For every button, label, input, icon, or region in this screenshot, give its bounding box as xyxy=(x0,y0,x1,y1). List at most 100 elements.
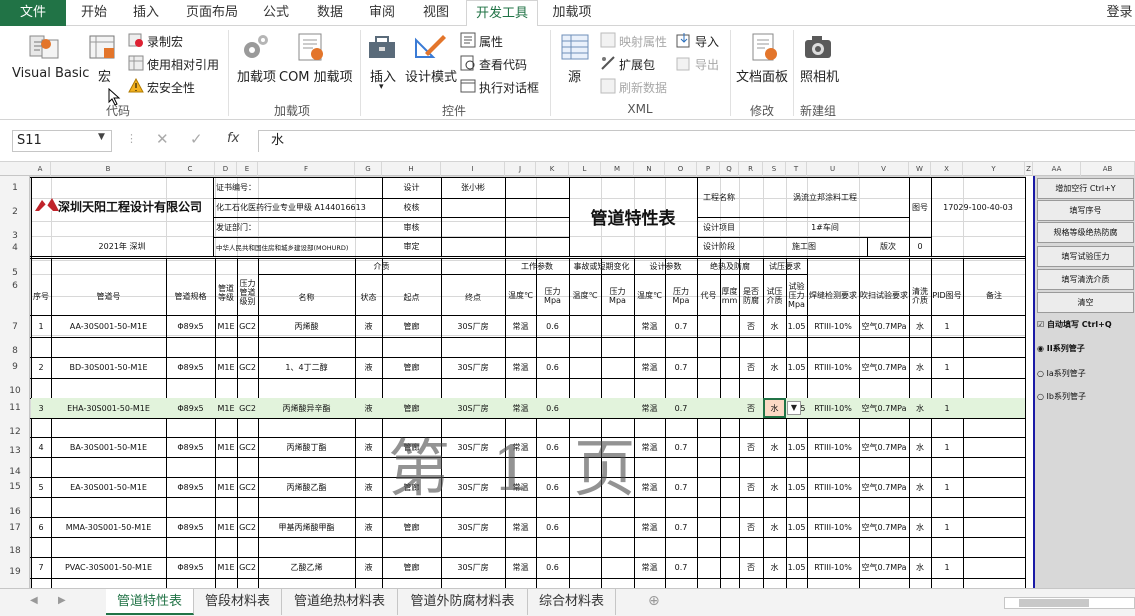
view-code-button[interactable]: 查看代码 xyxy=(479,56,527,73)
data-cell[interactable]: Φ89x5 xyxy=(166,357,215,378)
data-cell[interactable]: 水 xyxy=(763,557,786,578)
add-sheet-icon[interactable]: ⊕ xyxy=(648,593,660,609)
column-letter[interactable]: L xyxy=(569,162,601,176)
data-cell[interactable]: EA-30S001-50-M1E xyxy=(51,477,166,497)
data-cell[interactable]: 常温 xyxy=(505,357,536,378)
colhead-pclass[interactable]: 压力管道级别 xyxy=(237,270,258,315)
data-cell[interactable]: Φ89x5 xyxy=(166,517,215,537)
data-cell[interactable]: M1E xyxy=(215,517,237,537)
data-cell[interactable]: 常温 xyxy=(634,398,665,418)
colhead-sub[interactable]: 试压介质 xyxy=(763,276,786,315)
design-item-label[interactable]: 设计项目 xyxy=(697,217,741,237)
project-name[interactable]: 涡流立邦涂料工程 xyxy=(741,177,909,217)
data-cell[interactable]: 5 xyxy=(31,477,51,497)
colhead-grade[interactable]: 管道等级 xyxy=(215,270,237,315)
colhead-sub[interactable]: 厚度mm xyxy=(720,276,739,315)
auto-fill-checkbox[interactable]: ☑ 自动填写 Ctrl+Q xyxy=(1037,315,1134,335)
data-cell[interactable]: 常温 xyxy=(505,437,536,457)
colhead-work[interactable]: 工作参数 xyxy=(505,258,569,274)
data-cell[interactable]: GC2 xyxy=(237,398,258,418)
data-cell[interactable]: 1 xyxy=(31,315,51,337)
data-cell[interactable]: 管廊 xyxy=(382,437,441,457)
row-number[interactable]: 3 xyxy=(0,230,30,242)
addins-button[interactable]: 加载项 xyxy=(237,66,276,85)
expansion-pack-button[interactable]: 扩展包 xyxy=(619,56,655,73)
data-cell[interactable]: 1.05 xyxy=(786,315,807,337)
data-cell[interactable]: M1E xyxy=(215,315,237,337)
table-title[interactable]: 管道特性表 xyxy=(569,177,697,256)
data-cell[interactable]: 水 xyxy=(909,398,931,418)
data-cell[interactable]: 6 xyxy=(31,517,51,537)
data-cell[interactable]: M1E xyxy=(215,437,237,457)
version[interactable]: 0 xyxy=(909,237,931,256)
column-letter[interactable]: H xyxy=(382,162,441,176)
colhead-sub[interactable]: 温度℃ xyxy=(505,276,536,315)
data-cell[interactable]: 0.7 xyxy=(665,398,697,418)
review-label[interactable]: 审核 xyxy=(382,217,441,237)
data-cell[interactable]: 空气0.7MPa xyxy=(859,557,909,578)
data-cell[interactable]: 液 xyxy=(355,477,382,497)
data-cell[interactable]: EHA-30S001-50-M1E xyxy=(51,398,166,418)
colhead-sub[interactable]: 清洗介质 xyxy=(909,276,931,315)
colhead-pipe[interactable]: 管道号 xyxy=(51,278,166,315)
colhead-sub[interactable]: 是否防腐 xyxy=(739,276,763,315)
chevron-down-icon[interactable]: ▾ xyxy=(379,82,384,92)
column-letter[interactable]: G xyxy=(355,162,382,176)
tab-formulas[interactable]: 公式 xyxy=(256,0,296,26)
data-cell[interactable]: 常温 xyxy=(505,398,536,418)
add-row-button[interactable]: 增加空行 Ctrl+Y xyxy=(1037,178,1134,199)
data-cell[interactable]: AA-30S001-50-M1E xyxy=(51,315,166,337)
colhead-sub[interactable]: 温度℃ xyxy=(569,276,601,315)
row-number[interactable]: 4 xyxy=(0,242,30,254)
data-cell[interactable]: 1 xyxy=(931,517,963,537)
column-letter[interactable]: C xyxy=(166,162,215,176)
data-cell[interactable]: 1.05 xyxy=(786,357,807,378)
column-letter[interactable]: X xyxy=(931,162,963,176)
data-cell[interactable]: PVAC-30S001-50-M1E xyxy=(51,557,166,578)
issuer-desc[interactable]: 中华人民共和国住房和城乡建设部(MOHURD) xyxy=(213,237,382,256)
data-cell[interactable]: Φ89x5 xyxy=(166,398,215,418)
data-cell[interactable]: 0.7 xyxy=(665,315,697,337)
tab-file[interactable]: 文件 xyxy=(0,0,66,26)
record-macro-button[interactable]: 录制宏 xyxy=(147,33,183,50)
row-number[interactable]: 9 xyxy=(0,361,30,373)
data-cell[interactable]: 水 xyxy=(763,437,786,457)
column-letter[interactable]: R xyxy=(739,162,763,176)
data-cell[interactable]: 管廊 xyxy=(382,517,441,537)
row-number[interactable]: 1 xyxy=(0,182,30,194)
column-letter[interactable]: V xyxy=(859,162,909,176)
colhead-sub[interactable]: 吹扫试验要求 xyxy=(859,276,909,315)
column-letter[interactable]: B xyxy=(51,162,166,176)
column-letter[interactable]: P xyxy=(697,162,720,176)
data-cell[interactable]: 0.7 xyxy=(665,357,697,378)
data-cell[interactable]: 1.05 xyxy=(786,437,807,457)
data-cell[interactable]: 0.7 xyxy=(665,517,697,537)
row-number[interactable]: 15 xyxy=(0,481,30,493)
data-cell[interactable]: 丙烯酸乙酯 xyxy=(258,477,355,497)
cert-desc[interactable]: 化工石化医药行业专业甲级 A144016613 xyxy=(213,198,382,217)
version-label[interactable]: 版次 xyxy=(867,237,909,256)
data-cell[interactable]: 常温 xyxy=(505,315,536,337)
data-cell[interactable]: 常温 xyxy=(634,315,665,337)
data-cell[interactable]: GC2 xyxy=(237,477,258,497)
data-cell[interactable]: M1E xyxy=(215,357,237,378)
tab-addins[interactable]: 加载项 xyxy=(544,0,600,26)
data-cell[interactable]: 0.7 xyxy=(665,437,697,457)
data-cell[interactable]: 管廊 xyxy=(382,557,441,578)
colhead-sub[interactable]: 压力Mpa xyxy=(665,276,697,315)
data-cell[interactable]: 1 xyxy=(931,437,963,457)
data-cell[interactable]: 否 xyxy=(739,517,763,537)
colhead-start[interactable]: 起点 xyxy=(382,282,441,313)
drawing-no-label[interactable]: 图号 xyxy=(909,177,931,237)
data-cell[interactable]: 水 xyxy=(909,357,931,378)
data-cell[interactable]: BA-30S001-50-M1E xyxy=(51,437,166,457)
data-cell[interactable]: 液 xyxy=(355,517,382,537)
data-cell[interactable]: 1 xyxy=(931,398,963,418)
document-panel-button[interactable]: 文档面板 xyxy=(736,66,788,85)
com-addins-button[interactable]: COM 加载项 xyxy=(279,66,353,85)
confirm-icon[interactable]: ✓ xyxy=(190,130,203,148)
data-cell[interactable]: MMA-30S001-50-M1E xyxy=(51,517,166,537)
series-ib-radio[interactable]: ○ Ib系列管子 xyxy=(1037,387,1134,407)
colhead-sub[interactable]: PID图号 xyxy=(931,276,963,315)
column-letter[interactable]: Z xyxy=(1025,162,1033,176)
